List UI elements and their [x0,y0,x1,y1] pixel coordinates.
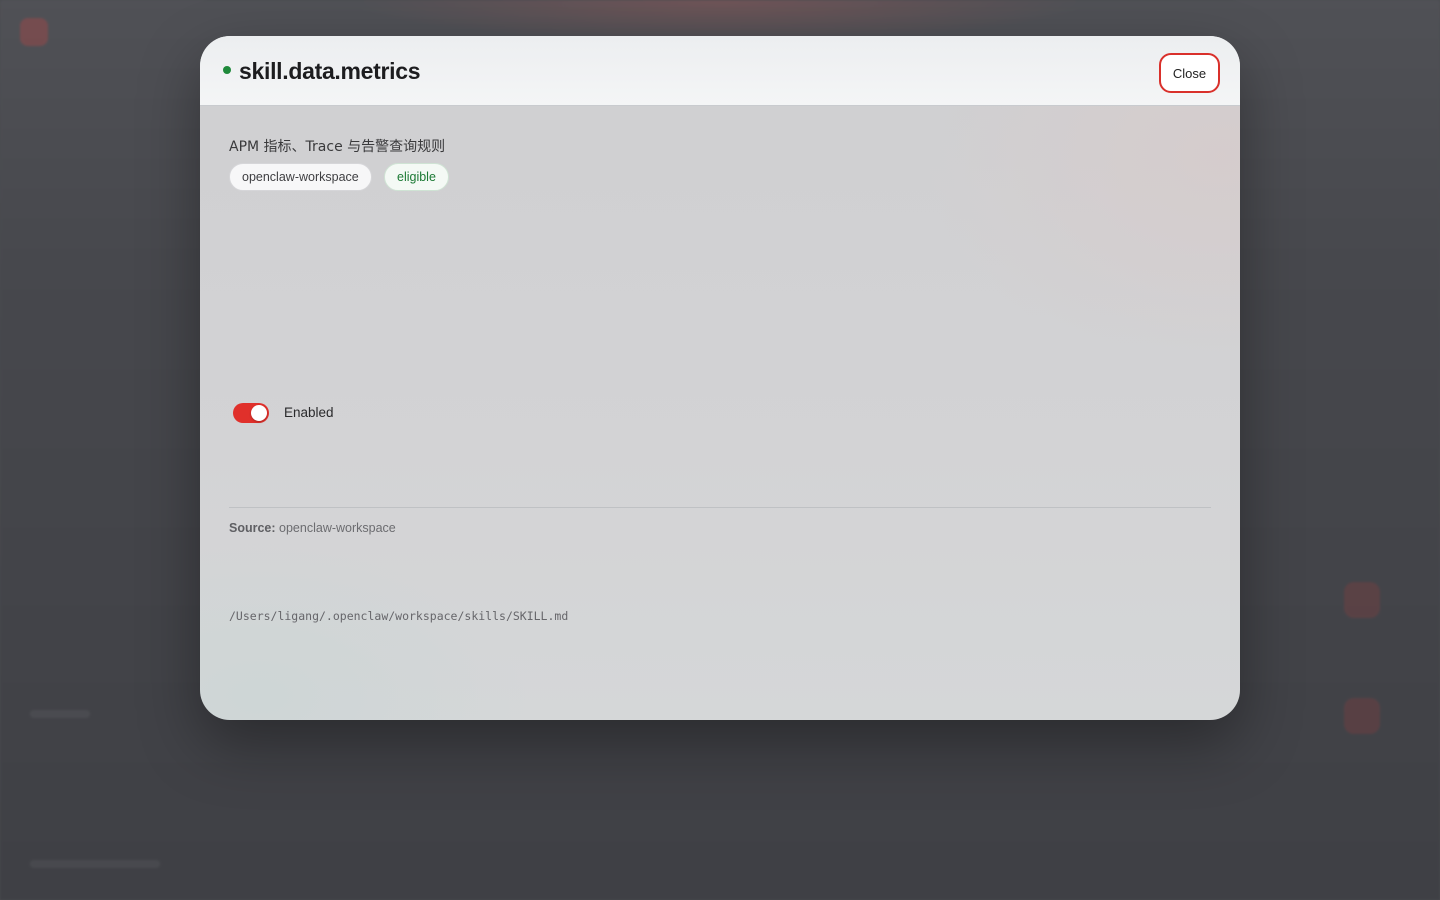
toggle-knob [251,405,267,421]
background-text-line [30,860,160,868]
source-label: Source: [229,521,276,535]
source-info: Source: openclaw-workspace [229,521,396,535]
skill-title: skill.data.metrics [239,58,421,84]
skill-file-path: /Users/ligang/.openclaw/workspace/skills… [229,609,569,623]
enabled-toggle-label: Enabled [284,405,334,420]
close-button[interactable]: Close [1159,53,1220,93]
skill-description: APM 指标、Trace 与告警查询规则 [229,139,446,155]
eligibility-badge: eligible [384,163,449,191]
source-badge: openclaw-workspace [229,163,372,191]
source-value: openclaw-workspace [279,521,396,535]
section-divider [229,507,1211,508]
background-text-line [30,710,90,718]
enabled-toggle[interactable] [233,403,269,423]
skill-detail-dialog: skill.data.metrics Close APM 指标、Trace 与告… [200,36,1240,720]
background-action-icon [1344,582,1380,618]
background-action-icon [1344,698,1380,734]
dialog-header: skill.data.metrics Close [200,36,1240,106]
status-indicator-icon [223,66,231,74]
app-logo-icon [20,18,48,46]
